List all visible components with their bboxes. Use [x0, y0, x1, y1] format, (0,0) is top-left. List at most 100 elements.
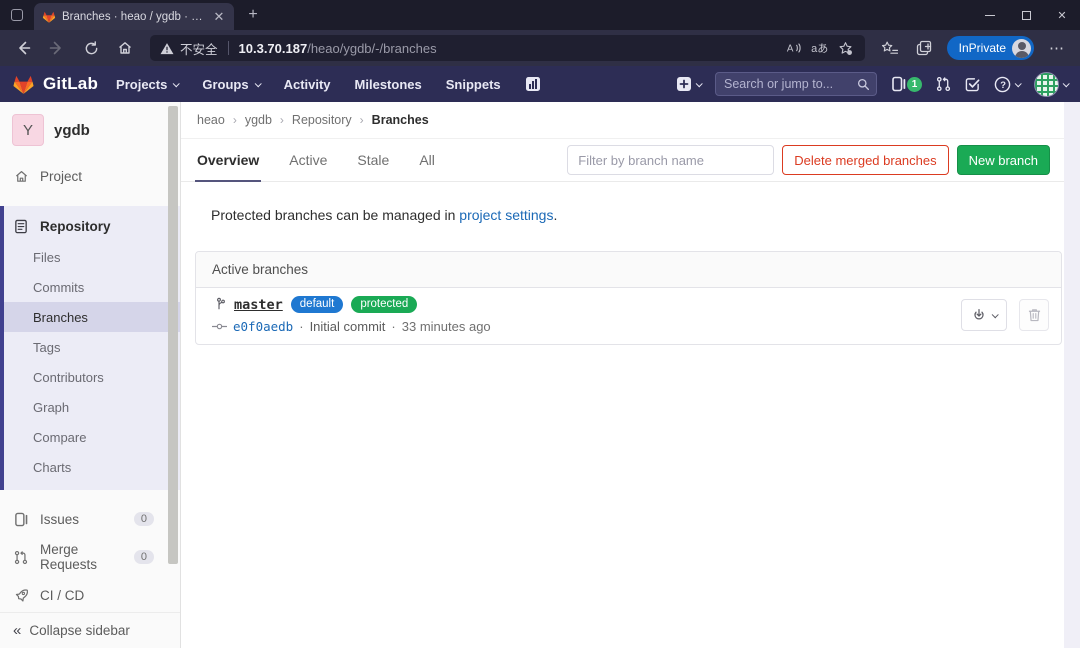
global-search[interactable] — [715, 72, 877, 96]
tab-stale[interactable]: Stale — [355, 139, 391, 181]
project-name: ygdb — [54, 122, 90, 139]
delete-branch-button[interactable] — [1019, 299, 1049, 331]
sidebar-item-repository[interactable]: Repository — [4, 210, 180, 242]
navbar-issues-button[interactable]: 1 — [891, 76, 922, 92]
tab-all[interactable]: All — [417, 139, 437, 181]
sidebar-item-contributors[interactable]: Contributors — [4, 362, 180, 392]
browser-tab-active[interactable]: Branches · heao / ygdb · GitLab ✕ — [34, 3, 234, 30]
todos-button[interactable] — [965, 77, 980, 92]
collapse-sidebar-label: Collapse sidebar — [29, 623, 130, 638]
project-sidebar: Y ygdb Project Repository Files Commits — [0, 102, 181, 648]
breadcrumb-separator: › — [360, 113, 364, 127]
sidebar-item-label: Issues — [40, 512, 79, 527]
breadcrumb-project[interactable]: ygdb — [245, 113, 272, 127]
sidebar-item-project[interactable]: Project — [0, 160, 180, 192]
breadcrumb-separator: › — [233, 113, 237, 127]
sidebar-item-label: Repository — [40, 219, 111, 234]
back-icon — [15, 40, 31, 56]
read-aloud-button[interactable]: A — [781, 36, 807, 60]
home-button[interactable] — [110, 34, 140, 62]
tab-overview[interactable]: Overview — [195, 139, 261, 181]
sidebar-item-cicd[interactable]: CI / CD — [0, 576, 180, 614]
tab-actions-button[interactable] — [0, 0, 34, 30]
breadcrumb-repository[interactable]: Repository — [292, 113, 352, 127]
read-aloud-icon: A — [786, 41, 802, 55]
collapse-sidebar-button[interactable]: « Collapse sidebar — [0, 612, 180, 648]
page-scrollbar-track[interactable] — [1064, 102, 1080, 648]
window-close-button[interactable]: ✕ — [1044, 0, 1080, 30]
gitlab-logo[interactable]: GitLab — [12, 73, 98, 96]
chevron-down-icon — [173, 80, 180, 87]
window-minimize-button[interactable] — [972, 0, 1008, 30]
sidebar-item-tags[interactable]: Tags — [4, 332, 180, 362]
double-chevron-left-icon: « — [13, 622, 19, 639]
profile-avatar — [1012, 39, 1031, 58]
sidebar-item-branches[interactable]: Branches — [4, 302, 180, 332]
new-branch-button[interactable]: New branch — [957, 145, 1050, 175]
trash-icon — [1028, 308, 1041, 322]
more-icon: ⋯ — [1049, 39, 1065, 57]
favorites-button[interactable] — [875, 34, 905, 62]
sidebar-item-merge-requests[interactable]: Merge Requests 0 — [0, 538, 180, 576]
menu-projects[interactable]: Projects — [116, 77, 178, 92]
back-button[interactable] — [8, 34, 38, 62]
sidebar-item-compare[interactable]: Compare — [4, 422, 180, 452]
svg-text:A: A — [787, 44, 794, 55]
sidebar-item-issues[interactable]: Issues 0 — [0, 500, 180, 538]
translate-button[interactable]: aあ — [807, 36, 833, 60]
breadcrumb-group[interactable]: heao — [197, 113, 225, 127]
issues-count-badge: 0 — [134, 512, 154, 526]
project-settings-link[interactable]: project settings — [459, 207, 553, 223]
browser-window: Branches · heao / ygdb · GitLab ✕ + ✕ 不安… — [0, 0, 1080, 648]
user-menu-button[interactable] — [1034, 72, 1068, 97]
forward-button[interactable] — [42, 34, 72, 62]
menu-activity[interactable]: Activity — [284, 77, 331, 92]
branches-toolbar: Overview Active Stale All Delete merged … — [181, 139, 1064, 182]
add-favorite-button[interactable] — [833, 36, 859, 60]
security-warning-label: 不安全 — [180, 39, 218, 58]
window-maximize-button[interactable] — [1008, 0, 1044, 30]
sidebar-scrollbar-thumb[interactable] — [168, 106, 178, 564]
home-icon — [117, 40, 133, 56]
url-path: /heao/ygdb/-/branches — [307, 41, 780, 56]
new-menu-button[interactable] — [676, 76, 701, 92]
refresh-button[interactable] — [76, 34, 106, 62]
sidebar-item-charts[interactable]: Charts — [4, 452, 180, 482]
sidebar-item-files[interactable]: Files — [4, 242, 180, 272]
new-tab-button[interactable]: + — [244, 6, 262, 24]
branch-filter-input[interactable] — [567, 145, 774, 175]
help-menu-button[interactable]: ? — [994, 76, 1020, 93]
commit-message-link[interactable]: Initial commit — [310, 319, 386, 334]
address-bar[interactable]: 不安全 10.3.70.187 /heao/ygdb/-/branches A … — [150, 35, 865, 61]
menu-snippets[interactable]: Snippets — [446, 77, 501, 92]
menu-groups[interactable]: Groups — [202, 77, 259, 92]
analytics-button[interactable] — [525, 76, 541, 92]
gitlab-main-menu: Projects Groups Activity Milestones Snip… — [116, 76, 541, 92]
collections-button[interactable] — [909, 34, 939, 62]
navbar-merge-requests-button[interactable] — [936, 76, 951, 92]
browser-menu-button[interactable]: ⋯ — [1042, 34, 1072, 62]
sidebar-item-commits[interactable]: Commits — [4, 272, 180, 302]
inprivate-badge[interactable]: InPrivate — [947, 36, 1034, 60]
search-icon — [857, 78, 870, 91]
branch-name-link[interactable]: master — [234, 297, 283, 313]
user-avatar — [1034, 72, 1059, 97]
gitlab-brand-text: GitLab — [43, 74, 98, 94]
menu-milestones[interactable]: Milestones — [355, 77, 422, 92]
tab-active[interactable]: Active — [287, 139, 329, 181]
svg-text:?: ? — [1000, 79, 1006, 90]
delete-merged-branches-button[interactable]: Delete merged branches — [782, 145, 948, 175]
sidebar-item-label: Project — [40, 169, 82, 184]
commit-sha-link[interactable]: e0f0aedb — [233, 319, 293, 334]
gitlab-favicon — [42, 10, 56, 24]
gitlab-tanuki-icon — [12, 73, 35, 96]
sidebar-item-graph[interactable]: Graph — [4, 392, 180, 422]
tab-close-icon[interactable]: ✕ — [210, 8, 228, 26]
global-search-input[interactable] — [724, 77, 857, 91]
chevron-down-icon — [991, 311, 998, 318]
download-branch-button[interactable] — [961, 299, 1007, 331]
sidebar-item-label: Merge Requests — [40, 542, 123, 572]
project-context-header[interactable]: Y ygdb — [0, 102, 180, 160]
issues-icon — [13, 511, 29, 527]
security-warning[interactable]: 不安全 — [160, 39, 218, 58]
